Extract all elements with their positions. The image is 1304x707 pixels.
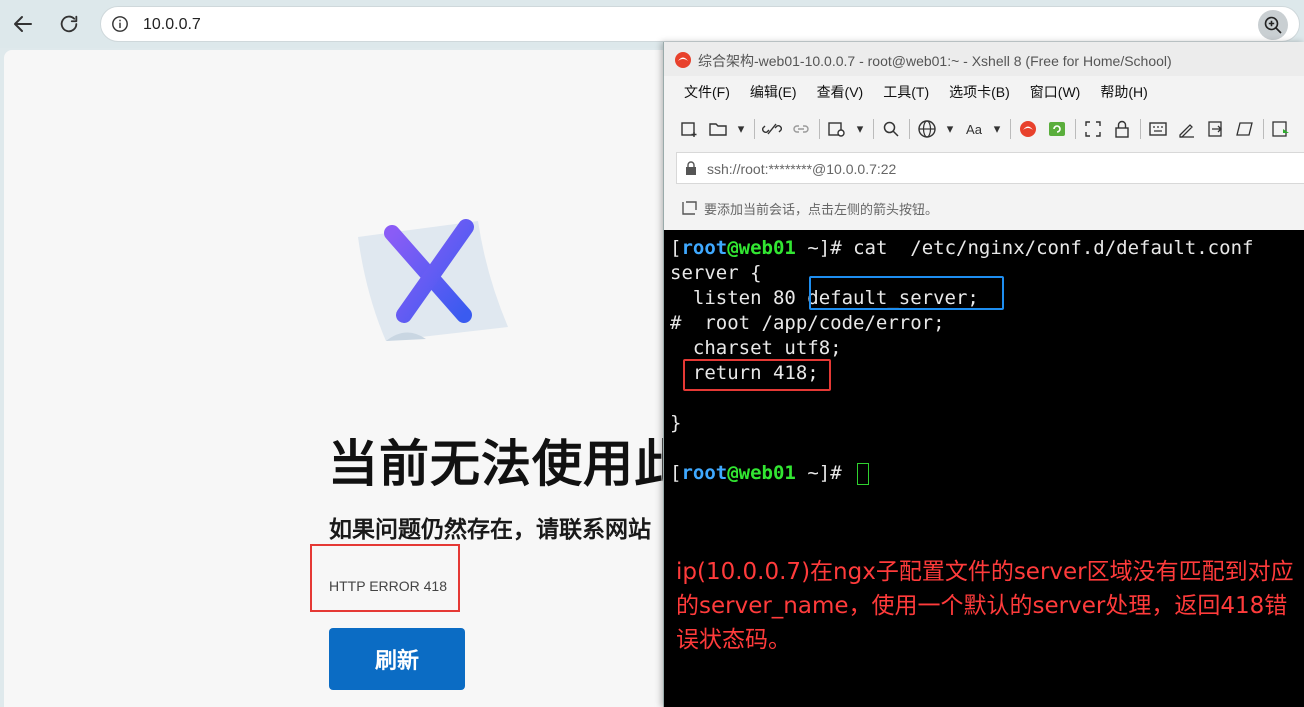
menu-tools[interactable]: 工具(T) (883, 82, 929, 106)
ssh-address-bar[interactable]: ssh://root:********@10.0.0.7:22 (676, 152, 1304, 184)
highlight-box-return (683, 359, 831, 391)
prompt-user: root (681, 237, 728, 259)
error-x-illustration (358, 219, 508, 341)
add-session-arrow-icon[interactable] (680, 200, 698, 216)
url-text: 10.0.0.7 (143, 16, 201, 33)
script-icon[interactable] (1234, 118, 1256, 140)
toolbar-divider (909, 119, 910, 139)
annotation-text: ip(10.0.0.7)在ngx子配置文件的server区域没有匹配到对应的se… (676, 559, 1294, 653)
keyboard-icon[interactable] (1147, 118, 1169, 140)
zoom-button[interactable] (1258, 10, 1288, 40)
xftp-icon[interactable] (1046, 118, 1068, 140)
transfer-icon[interactable] (1205, 118, 1227, 140)
terminal-line: charset utf8; (670, 337, 842, 359)
search-icon[interactable] (880, 118, 902, 140)
prompt-user: root (681, 462, 728, 484)
info-icon[interactable] (111, 15, 129, 33)
disconnect-icon[interactable] (761, 118, 783, 140)
properties-icon[interactable] (826, 118, 848, 140)
globe-icon[interactable] (916, 118, 938, 140)
terminal-line: # root /app/code/error; (670, 312, 945, 334)
address-bar[interactable]: 10.0.0.7 (100, 6, 1300, 42)
reload-icon (60, 15, 78, 33)
error-subtitle: 如果问题仍然存在，请联系网站 (329, 516, 651, 542)
chevron-down-icon[interactable]: ▾ (992, 118, 1002, 140)
toolbar-divider (1140, 119, 1141, 139)
refresh-button[interactable]: 刷新 (329, 628, 465, 690)
highlight-box-default-server (809, 276, 1004, 310)
prompt-suffix: ~]# (795, 237, 854, 259)
terminal-cursor (857, 462, 870, 485)
xshell-title: 综合架构-web01-10.0.0.7 - root@web01:~ - Xsh… (698, 53, 1172, 69)
link-icon[interactable] (790, 118, 812, 140)
xshell-app-icon[interactable] (1017, 118, 1039, 140)
terminal-line: } (670, 412, 682, 434)
terminal-command: cat /etc/nginx/conf.d/default.conf (853, 237, 1254, 259)
terminal-line: server { (670, 262, 762, 284)
prompt-bracket: [ (670, 237, 682, 259)
reload-button[interactable] (54, 9, 84, 39)
terminal-command-line: [root@web01 ~]# cat /etc/nginx/conf.d/de… (670, 236, 1253, 261)
highlight-box-error-code (310, 544, 460, 612)
error-title: 当前无法使用此 (328, 436, 685, 492)
toolbar-divider (873, 119, 874, 139)
session-hint: 要添加当前会话，点击左侧的箭头按钮。 (680, 198, 938, 218)
prompt-host: web01 (738, 237, 796, 259)
menu-edit[interactable]: 编辑(E) (750, 82, 797, 106)
menu-view[interactable]: 查看(V) (817, 82, 864, 106)
terminal-prompt-line: [root@web01 ~]# (670, 461, 870, 486)
xshell-toolbar: ▾ ▾ ▾ Aa ▾ (678, 116, 1304, 142)
toolbar-divider (1263, 119, 1264, 139)
menu-window[interactable]: 窗口(W) (1030, 82, 1081, 106)
zoom-in-icon (1264, 16, 1282, 34)
run-icon[interactable] (1270, 118, 1292, 140)
prompt-bracket: [ (670, 462, 682, 484)
terminal[interactable]: [root@web01 ~]# cat /etc/nginx/conf.d/de… (664, 230, 1304, 707)
back-button[interactable] (8, 9, 38, 39)
new-session-icon[interactable] (678, 118, 700, 140)
arrow-left-icon (14, 16, 32, 32)
xshell-titlebar: 综合架构-web01-10.0.0.7 - root@web01:~ - Xsh… (664, 42, 1304, 76)
session-hint-text: 要添加当前会话，点击左侧的箭头按钮。 (704, 201, 939, 217)
lock-icon (686, 161, 696, 175)
menu-file[interactable]: 文件(F) (684, 82, 730, 106)
prompt-suffix: ~]# (795, 462, 854, 484)
toolbar-divider (1075, 119, 1076, 139)
chevron-down-icon[interactable]: ▾ (736, 118, 746, 140)
more-icon[interactable] (1299, 118, 1304, 140)
toolbar-divider (819, 119, 820, 139)
menu-help[interactable]: 帮助(H) (1100, 82, 1147, 106)
xshell-window: 综合架构-web01-10.0.0.7 - root@web01:~ - Xsh… (663, 42, 1304, 707)
toolbar-divider (1010, 119, 1011, 139)
menu-tabs[interactable]: 选项卡(B) (949, 82, 1010, 106)
compose-icon[interactable] (1176, 118, 1198, 140)
prompt-host: web01 (738, 462, 796, 484)
chevron-down-icon[interactable]: ▾ (855, 118, 865, 140)
toolbar-divider (754, 119, 755, 139)
menu-bar: 文件(F) 编辑(E) 查看(V) 工具(T) 选项卡(B) 窗口(W) 帮助(… (664, 82, 1148, 106)
prompt-at: @ (727, 462, 739, 484)
ssh-address-text: ssh://root:********@10.0.0.7:22 (707, 161, 897, 177)
browser-toolbar: 10.0.0.7 (0, 0, 1304, 48)
prompt-at: @ (727, 237, 739, 259)
open-folder-icon[interactable] (707, 118, 729, 140)
chevron-down-icon[interactable]: ▾ (945, 118, 955, 140)
xshell-logo-icon (675, 52, 691, 68)
fullscreen-icon[interactable] (1082, 118, 1104, 140)
font-icon[interactable]: Aa (963, 118, 985, 140)
lock-icon[interactable] (1111, 118, 1133, 140)
